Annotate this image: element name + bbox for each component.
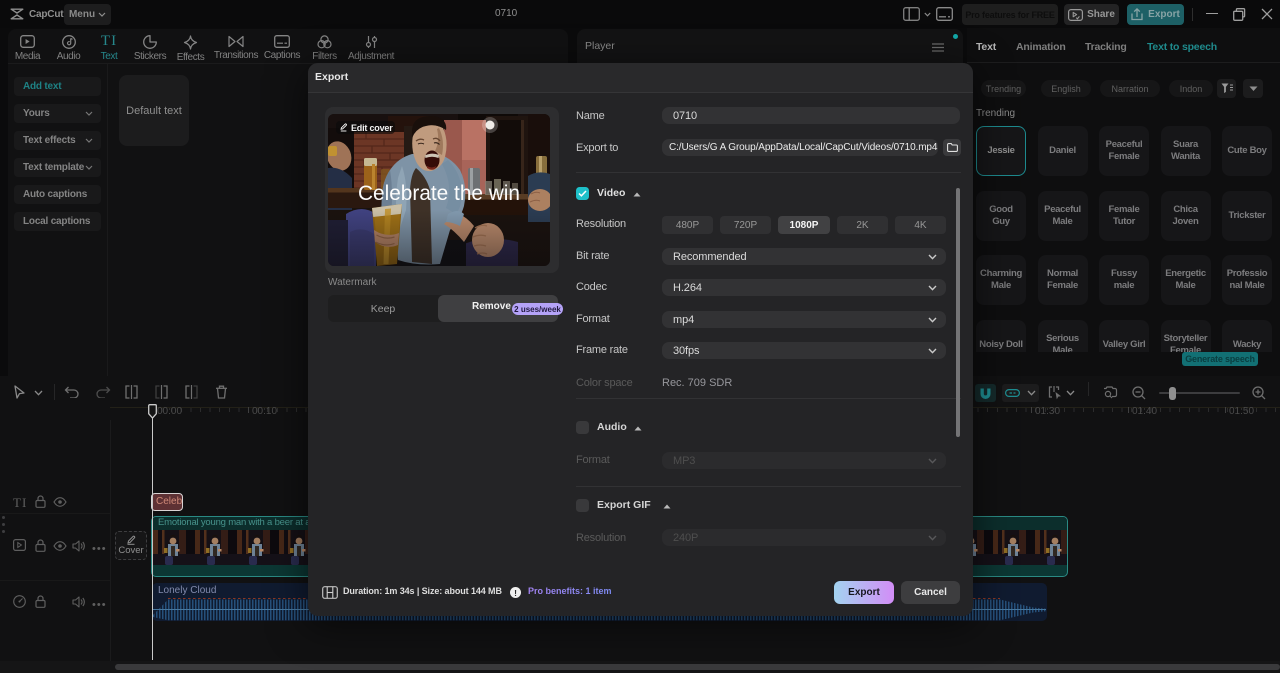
svg-text:Celebrate the win: Celebrate the win [358, 182, 520, 205]
